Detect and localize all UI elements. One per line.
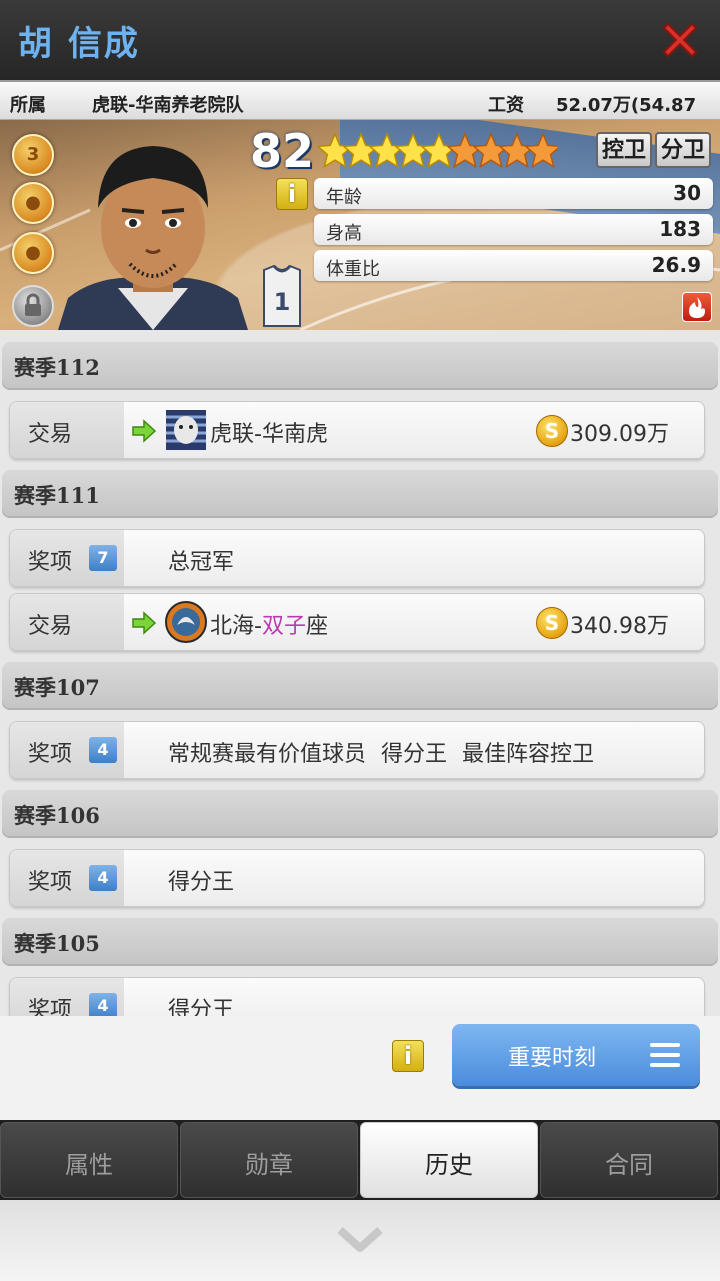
award-count-badge: 4 bbox=[89, 865, 117, 891]
award-count-badge: 4 bbox=[89, 737, 117, 763]
footer bbox=[0, 1200, 720, 1281]
star-gold bbox=[318, 132, 354, 169]
lock-icon[interactable] bbox=[12, 285, 54, 327]
badge-shooter-icon[interactable]: ● bbox=[12, 182, 54, 224]
star-orange bbox=[472, 132, 510, 169]
award-text: 总冠军 bbox=[168, 550, 235, 575]
player-name: 胡 信成 bbox=[18, 24, 140, 64]
info-icon[interactable]: i bbox=[276, 178, 308, 210]
history-list[interactable]: 赛季112 交易 虎联-华南虎 S 309.09万 赛季111 奖项 7 总冠军… bbox=[0, 330, 720, 1016]
award-text: 得分王 bbox=[168, 998, 235, 1016]
jersey-number: 1 bbox=[274, 288, 291, 316]
title-bar: 胡 信成 bbox=[0, 0, 720, 80]
team-name: 北海-双子座 bbox=[210, 614, 328, 639]
star-orange bbox=[524, 132, 558, 169]
star-orange bbox=[446, 132, 484, 169]
trade-amount: 340.98万 bbox=[570, 614, 669, 639]
history-controls: i 重要时刻 bbox=[0, 1016, 720, 1120]
history-entry-award[interactable]: 奖项 7 总冠军 bbox=[9, 529, 705, 587]
menu-icon bbox=[650, 1043, 680, 1067]
team-logo-tiger-icon bbox=[166, 410, 206, 450]
star-orange bbox=[498, 132, 536, 169]
stat-weight-ratio: 体重比 26.9 bbox=[314, 250, 713, 281]
close-icon[interactable] bbox=[658, 18, 702, 62]
season-header: 赛季111 bbox=[2, 470, 718, 518]
arrow-right-icon bbox=[132, 611, 157, 635]
overall-rating: 82 bbox=[250, 124, 315, 178]
season-header: 赛季107 bbox=[2, 662, 718, 710]
star-gold bbox=[394, 132, 432, 169]
info-icon[interactable]: i bbox=[392, 1040, 424, 1072]
star-gold bbox=[368, 132, 406, 169]
award-count-badge: 7 bbox=[89, 545, 117, 571]
history-entry-trade[interactable]: 交易 北海-双子座 S 340.98万 bbox=[9, 593, 705, 651]
salary-label: 工资 bbox=[488, 95, 524, 116]
season-header: 赛季105 bbox=[2, 918, 718, 966]
fire-icon[interactable] bbox=[682, 292, 712, 322]
position-tag-sg: 分卫 bbox=[655, 132, 712, 168]
star-gold bbox=[342, 132, 380, 169]
trade-amount: 309.09万 bbox=[570, 422, 669, 447]
tab-medals[interactable]: 勋章 bbox=[180, 1122, 358, 1198]
coin-icon: S bbox=[536, 415, 568, 447]
info-strip: 所属 虎联-华南养老院队 工资 52.07万(54.87万) bbox=[0, 80, 720, 142]
team-logo-dragon-icon bbox=[165, 601, 207, 643]
history-entry-trade[interactable]: 交易 虎联-华南虎 S 309.09万 bbox=[9, 401, 705, 459]
tab-history[interactable]: 历史 bbox=[360, 1122, 538, 1198]
season-header: 赛季112 bbox=[2, 342, 718, 390]
history-entry-award[interactable]: 奖项 4 得分王 bbox=[9, 977, 705, 1016]
player-panel: 3 ● ● 82 控卫 分卫 i 年龄 30 身高 183 体重比 26.9 1 bbox=[0, 120, 720, 330]
team-name: 虎联-华南虎 bbox=[210, 422, 328, 447]
stat-height: 身高 183 bbox=[314, 214, 713, 245]
award-text: 得分王 bbox=[168, 870, 235, 895]
coin-icon: S bbox=[536, 607, 568, 639]
history-entry-award[interactable]: 奖项 4 常规赛最有价值球员 得分王 最佳阵容控卫 bbox=[9, 721, 705, 779]
team-label: 所属 bbox=[10, 95, 46, 116]
history-entry-award[interactable]: 奖项 4 得分王 bbox=[9, 849, 705, 907]
award-text: 常规赛最有价值球员 得分王 最佳阵容控卫 bbox=[168, 742, 594, 767]
player-avatar bbox=[58, 146, 248, 330]
jersey-icon: 1 bbox=[263, 264, 301, 327]
season-header: 赛季106 bbox=[2, 790, 718, 838]
tab-attributes[interactable]: 属性 bbox=[0, 1122, 178, 1198]
tab-contract[interactable]: 合同 bbox=[540, 1122, 718, 1198]
star-rating bbox=[318, 132, 558, 169]
stat-age: 年龄 30 bbox=[314, 178, 713, 209]
star-gold bbox=[420, 132, 458, 169]
tab-bar: 属性 勋章 历史 合同 bbox=[0, 1120, 720, 1200]
team-value: 虎联-华南养老院队 bbox=[92, 95, 244, 116]
award-count-badge: 4 bbox=[89, 993, 117, 1016]
position-tag-pg: 控卫 bbox=[596, 132, 653, 168]
arrow-right-icon bbox=[132, 419, 157, 443]
badge-dribble-icon[interactable]: ● bbox=[12, 232, 54, 274]
badge-three-point[interactable]: 3 bbox=[12, 134, 54, 176]
important-moments-button[interactable]: 重要时刻 bbox=[452, 1024, 700, 1086]
chevron-down-icon[interactable] bbox=[336, 1224, 384, 1256]
